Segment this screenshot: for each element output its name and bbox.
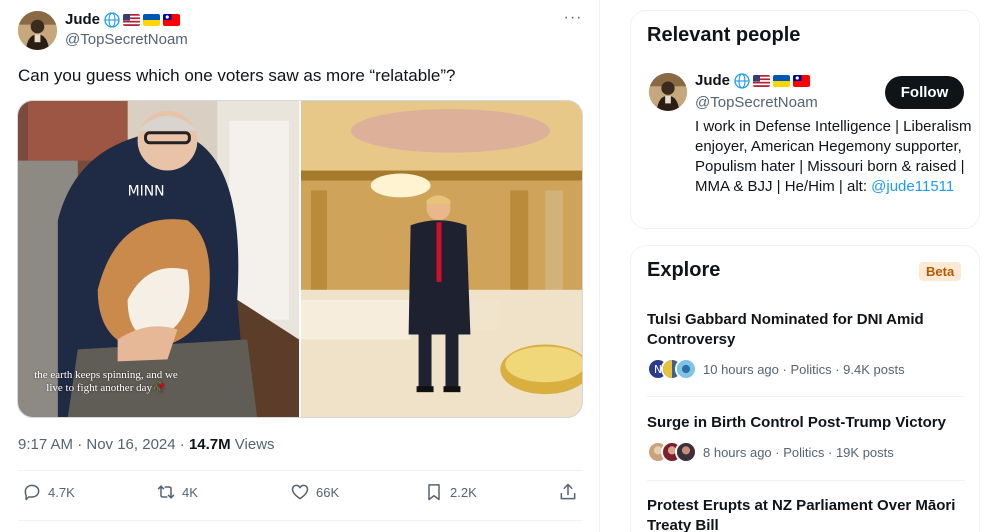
trend-meta-text: 8 hours ago · Politics · 19K posts — [703, 444, 894, 460]
post-column: Jude @TopSecretNoam ··· Can you guess wh… — [0, 0, 600, 532]
us-flag-icon — [123, 13, 141, 26]
repost-button[interactable]: 4K — [156, 482, 198, 502]
photo-man-with-cat[interactable]: MINN the earth keeps spinning, and we li… — [18, 101, 299, 417]
post-time[interactable]: 9:17 AM · Nov 16, 2024 · — [18, 436, 189, 453]
like-button[interactable]: 66K — [290, 482, 339, 502]
trend-avatars — [647, 441, 699, 463]
like-count: 66K — [316, 484, 340, 500]
person-bio: I work in Defense Intelligence | Liberal… — [695, 117, 975, 197]
author-avatar[interactable] — [18, 11, 57, 50]
trend-avatar — [675, 358, 697, 380]
trend-avatars: N — [647, 358, 699, 380]
trend-title: Tulsi Gabbard Nominated for DNI Amid Con… — [647, 311, 924, 348]
trend-item[interactable]: Surge in Birth Control Post-Trump Victor… — [647, 413, 967, 463]
reply-icon — [22, 482, 42, 502]
author-name-text: Jude — [65, 11, 101, 28]
reply-button[interactable]: 4.7K — [22, 482, 75, 502]
author-name[interactable]: Jude — [65, 11, 181, 28]
explore-card: Explore Beta Tulsi Gabbard Nominated for… — [630, 245, 980, 532]
follow-button[interactable]: Follow — [885, 76, 964, 109]
ukraine-flag-icon — [143, 13, 161, 26]
repost-icon — [156, 482, 176, 502]
reply-count: 4.7K — [48, 484, 75, 500]
trend-meta-text: 10 hours ago · Politics · 9.4K posts — [703, 361, 905, 377]
us-flag-icon — [753, 74, 771, 87]
bookmark-count: 2.2K — [450, 484, 477, 500]
views-label: Views — [230, 436, 275, 453]
repost-count: 4K — [182, 484, 198, 500]
trend-meta: N 10 hours ago · Politics · 9.4K posts — [647, 358, 967, 380]
post-meta: 9:17 AM · Nov 16, 2024 · 14.7M Views — [18, 436, 275, 453]
views-count: 14.7M — [188, 436, 231, 453]
person-avatar[interactable] — [649, 73, 687, 111]
author-handle[interactable]: @TopSecretNoam — [65, 31, 188, 48]
person-name-text: Jude — [695, 72, 731, 89]
ukraine-flag-icon — [773, 74, 791, 87]
share-button[interactable] — [558, 482, 578, 502]
post-actions: 4.7K 4K 66K 2.2K — [18, 482, 583, 508]
trend-title: Protest Erupts at NZ Parliament Over Māo… — [647, 497, 956, 532]
divider — [647, 480, 965, 481]
divider — [18, 470, 583, 471]
share-icon — [558, 482, 578, 502]
bookmark-icon — [424, 482, 444, 502]
trend-avatar — [675, 441, 697, 463]
taiwan-flag-icon — [793, 74, 811, 87]
relevant-people-title: Relevant people — [647, 24, 801, 46]
explore-title: Explore — [647, 259, 721, 281]
taiwan-flag-icon — [163, 13, 181, 26]
beta-badge: Beta — [919, 262, 962, 281]
globe-icon — [104, 11, 120, 28]
trend-title: Surge in Birth Control Post-Trump Victor… — [647, 414, 946, 431]
bio-alt-link[interactable]: @jude11511 — [871, 178, 954, 195]
more-options-icon[interactable]: ··· — [563, 10, 583, 30]
bookmark-button[interactable]: 2.2K — [424, 482, 477, 502]
person-handle[interactable]: @TopSecretNoam — [695, 94, 818, 111]
post-media[interactable]: MINN the earth keeps spinning, and we li… — [17, 100, 583, 418]
divider — [647, 396, 965, 397]
trend-item[interactable]: Protest Erupts at NZ Parliament Over Māo… — [647, 496, 967, 532]
svg-text:MINN: MINN — [128, 183, 165, 199]
divider — [18, 520, 583, 521]
trend-item[interactable]: Tulsi Gabbard Nominated for DNI Amid Con… — [647, 310, 967, 380]
person-name[interactable]: Jude — [695, 72, 811, 89]
trend-meta: 8 hours ago · Politics · 19K posts — [647, 441, 967, 463]
photo-man-in-golden-room[interactable] — [301, 101, 582, 417]
image-caption: the earth keeps spinning, and we live to… — [34, 369, 178, 394]
relevant-people-card: Relevant people Jude @TopSecretNoam Foll… — [630, 10, 980, 229]
globe-icon — [734, 72, 750, 89]
post-text: Can you guess which one voters saw as mo… — [18, 66, 456, 85]
heart-icon — [290, 482, 310, 502]
